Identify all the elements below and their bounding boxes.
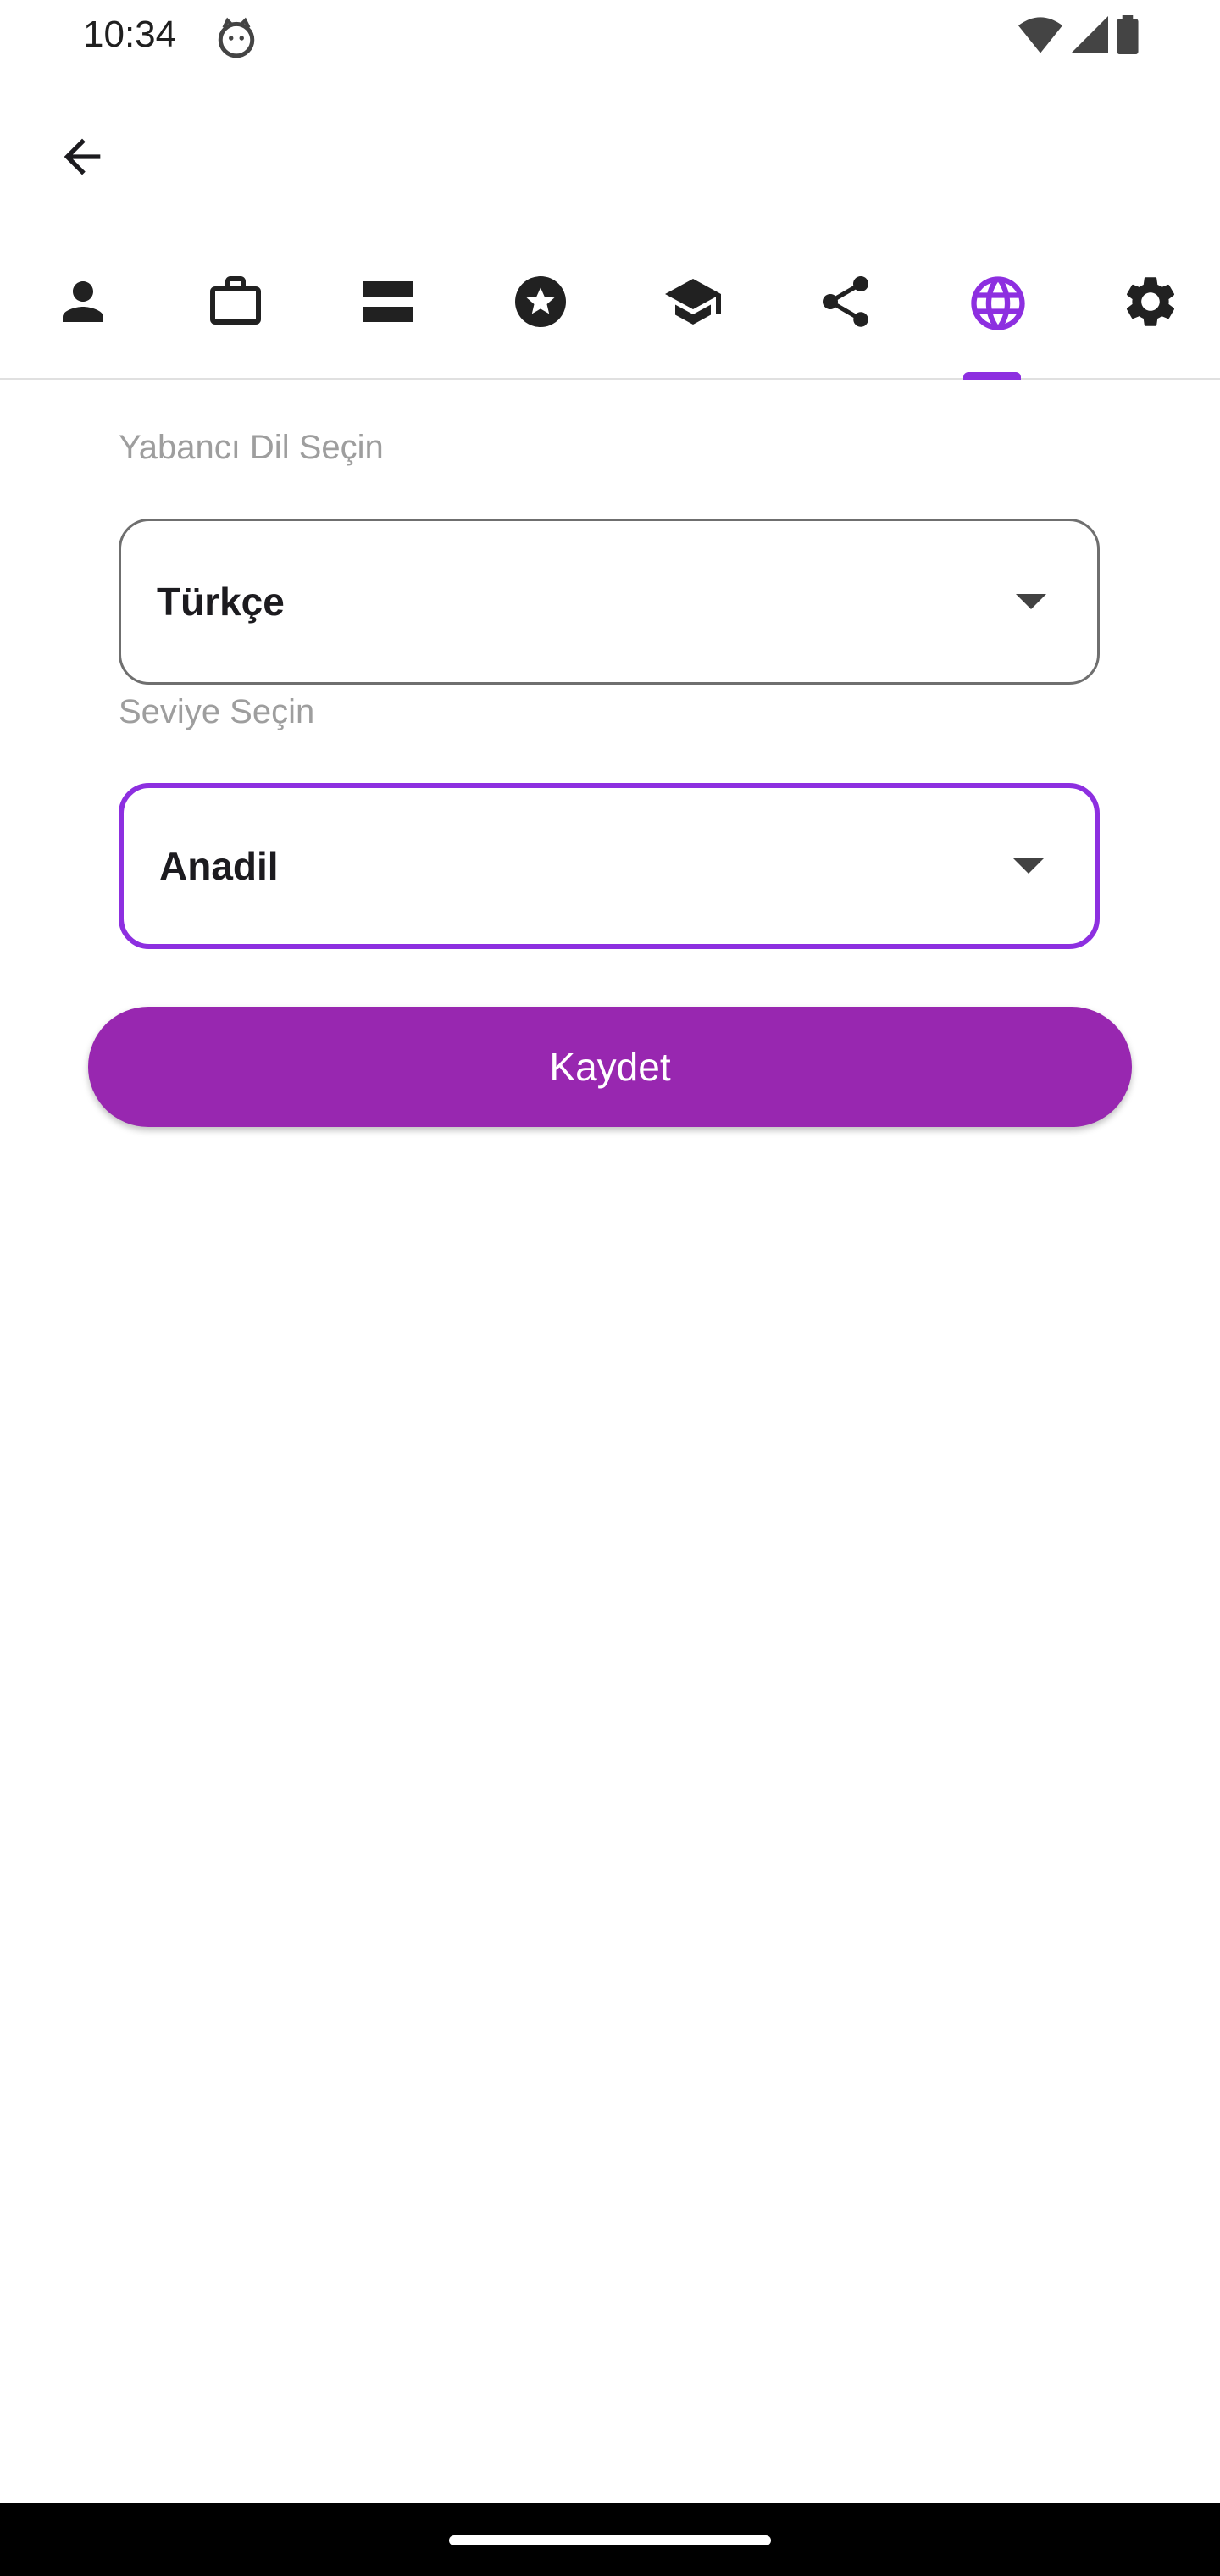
- signal-icon: [1071, 16, 1108, 58]
- tab-settings[interactable]: [1091, 259, 1210, 378]
- level-value: Anadil: [159, 844, 279, 888]
- tab-language[interactable]: [939, 259, 1057, 378]
- language-label: Yabancı Dil Seçin: [119, 429, 384, 466]
- wifi-icon: [1018, 16, 1062, 58]
- tab-storage[interactable]: [329, 259, 447, 378]
- share-icon: [823, 276, 868, 327]
- language-value: Türkçe: [157, 580, 285, 624]
- language-dropdown[interactable]: Türkçe: [119, 519, 1100, 685]
- battery-icon: [1117, 15, 1139, 58]
- language-globe-icon: [971, 276, 1025, 330]
- level-dropdown[interactable]: Anadil: [119, 783, 1100, 949]
- tab-indicator: [963, 372, 1021, 380]
- home-handle[interactable]: [449, 2535, 771, 2545]
- tab-bar: [0, 259, 1220, 380]
- storage-icon: [363, 281, 413, 322]
- status-time: 10:34: [83, 14, 177, 55]
- star-circle-icon: [515, 276, 566, 327]
- status-bar: 10:34: [0, 0, 1220, 75]
- arrow-back-icon[interactable]: [44, 119, 120, 195]
- briefcase-icon: [210, 276, 261, 325]
- save-button[interactable]: Kaydet: [88, 1007, 1132, 1127]
- tab-share[interactable]: [786, 259, 905, 378]
- dropdown-arrow-icon: [1016, 594, 1046, 609]
- tab-education[interactable]: [634, 259, 752, 378]
- school-icon: [665, 279, 721, 325]
- system-nav-bar: [0, 2503, 1220, 2576]
- app-bar: [0, 112, 1220, 197]
- settings-gear-icon: [1126, 277, 1175, 326]
- level-label: Seviye Seçin: [119, 693, 315, 730]
- dropdown-arrow-icon: [1013, 858, 1044, 874]
- tab-work[interactable]: [176, 259, 295, 378]
- cat-icon: [215, 17, 258, 59]
- person-icon: [63, 281, 103, 322]
- tab-achievements[interactable]: [481, 259, 600, 378]
- tab-person[interactable]: [24, 259, 142, 378]
